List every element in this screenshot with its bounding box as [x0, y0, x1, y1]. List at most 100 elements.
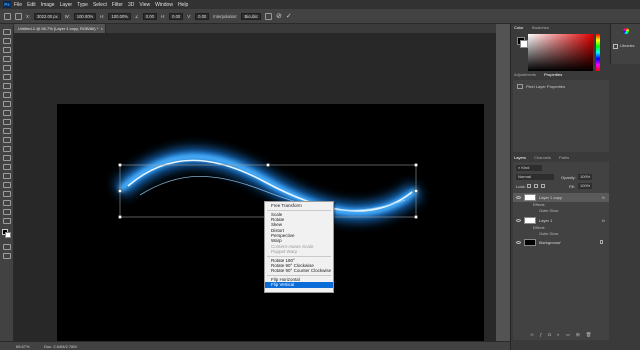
v-skew-input[interactable]: 0.00: [195, 12, 210, 20]
blend-mode-select[interactable]: Normal: [516, 174, 554, 180]
lock-all-icon[interactable]: [541, 184, 545, 188]
tab-swatches[interactable]: Swatches: [532, 25, 549, 30]
clone-stamp-tool-icon[interactable]: [3, 110, 11, 116]
opacity-input[interactable]: 100%: [578, 174, 593, 180]
color-panel-icon[interactable]: [623, 28, 629, 34]
brush-tool-icon[interactable]: [3, 101, 11, 107]
transform-tool-icon[interactable]: [4, 12, 11, 20]
layer-effect-item[interactable]: Outer Glow: [513, 209, 609, 215]
history-brush-tool-icon[interactable]: [3, 119, 11, 125]
menu-item-free-transform[interactable]: Free Transform: [265, 203, 333, 208]
lasso-tool-icon[interactable]: [3, 47, 11, 53]
reference-point-icon[interactable]: [15, 12, 22, 20]
layer-row[interactable]: Background: [513, 238, 609, 247]
interpolation-select[interactable]: Bicubic: [241, 12, 261, 20]
pen-tool-icon[interactable]: [3, 164, 11, 170]
layer-thumbnail: [524, 239, 536, 246]
add-style-icon[interactable]: ƒ: [540, 332, 543, 340]
menu-window[interactable]: Window: [155, 2, 173, 8]
marquee-tool-icon[interactable]: [3, 38, 11, 44]
menu-type[interactable]: Type: [77, 2, 88, 8]
menu-view[interactable]: View: [139, 2, 150, 8]
menu-3d[interactable]: 3D: [128, 2, 134, 8]
layer-thumbnail: [524, 194, 536, 201]
menu-layer[interactable]: Layer: [60, 2, 73, 8]
tab-layers[interactable]: Layers: [514, 155, 526, 160]
menu-image[interactable]: Image: [41, 2, 55, 8]
quick-mask-icon[interactable]: [3, 244, 11, 250]
blur-tool-icon[interactable]: [3, 146, 11, 152]
tab-properties[interactable]: Properties: [544, 72, 562, 77]
visibility-eye-icon[interactable]: [516, 219, 521, 222]
layer-name[interactable]: Layer 1: [539, 218, 552, 223]
trash-icon[interactable]: 🗑: [586, 332, 592, 340]
menu-file[interactable]: File: [14, 2, 22, 8]
x-input[interactable]: 3022.00 px: [33, 12, 61, 20]
screen-mode-icon[interactable]: [3, 253, 11, 259]
menu-help[interactable]: Help: [178, 2, 188, 8]
color-field[interactable]: [528, 34, 593, 71]
path-selection-tool-icon[interactable]: [3, 182, 11, 188]
move-tool-icon[interactable]: [3, 29, 11, 35]
zoom-level[interactable]: 66.67%: [16, 344, 30, 349]
frame-tool-icon[interactable]: [3, 74, 11, 80]
eyedropper-tool-icon[interactable]: [3, 83, 11, 89]
zoom-tool-icon[interactable]: [3, 209, 11, 215]
background-color-swatch[interactable]: [5, 232, 11, 238]
document-tab[interactable]: Untitled-1 @ 66.7% (Layer 1 copy, RGB/8#…: [14, 24, 106, 33]
menu-separator: [267, 209, 331, 211]
layer-filter-select[interactable]: ⌕ Kind: [516, 165, 542, 171]
menu-item-rotate-90-counter-clockwise[interactable]: Rotate 90° Counter Clockwise: [265, 268, 333, 273]
adjustment-layer-icon[interactable]: ◐: [557, 332, 560, 340]
menu-edit[interactable]: Edit: [27, 2, 36, 8]
edit-toolbar-icon[interactable]: [3, 218, 11, 224]
h-skew-input[interactable]: 0.00: [169, 12, 184, 20]
menu-item-puppet-warp: Puppet Warp: [271, 248, 298, 254]
menu-select[interactable]: Select: [93, 2, 107, 8]
angle-input[interactable]: 0.00: [142, 12, 157, 20]
group-icon[interactable]: ▭: [566, 332, 570, 340]
fill-input[interactable]: 100%: [578, 183, 593, 189]
commit-transform-icon[interactable]: ✓: [286, 12, 292, 20]
crop-tool-icon[interactable]: [3, 65, 11, 71]
visibility-eye-icon[interactable]: [516, 196, 521, 199]
layer-name[interactable]: Layer 1 copy: [539, 195, 562, 200]
fx-icon[interactable]: fx: [602, 218, 605, 223]
tab-color[interactable]: Color: [514, 25, 524, 30]
hue-slider[interactable]: [596, 34, 600, 71]
tab-channels[interactable]: Channels: [534, 155, 551, 160]
cancel-transform-icon[interactable]: ⊘: [276, 12, 282, 20]
new-layer-icon[interactable]: ⊞: [576, 332, 580, 340]
type-tool-icon[interactable]: [3, 173, 11, 179]
fx-icon[interactable]: fx: [602, 195, 605, 200]
warp-mode-icon[interactable]: [264, 12, 272, 20]
lock-position-icon[interactable]: [534, 184, 538, 188]
libraries-icon[interactable]: [613, 44, 618, 49]
hand-tool-icon[interactable]: [3, 200, 11, 206]
layer-row[interactable]: Layer 1 fx: [513, 216, 609, 225]
tab-adjustments[interactable]: Adjustments: [514, 72, 536, 77]
close-tab-icon[interactable]: ×: [101, 24, 103, 33]
eraser-tool-icon[interactable]: [3, 128, 11, 134]
width-input[interactable]: 100.00%: [73, 12, 97, 20]
menu-item-flip-vertical[interactable]: Flip Vertical: [265, 282, 333, 288]
layer-name[interactable]: Background: [539, 240, 560, 245]
height-input[interactable]: 100.00%: [108, 12, 131, 20]
layers-panel: ⌕ Kind Normal Opacity: 100% Lock: Fill: …: [513, 162, 609, 340]
visibility-eye-icon[interactable]: [516, 241, 521, 244]
rectangle-tool-icon[interactable]: [3, 191, 11, 197]
quick-select-tool-icon[interactable]: [3, 56, 11, 62]
healing-brush-tool-icon[interactable]: [3, 92, 11, 98]
doc-size[interactable]: Doc: 2.64M/2.76M: [44, 344, 77, 349]
layer-row[interactable]: Layer 1 copy fx: [513, 193, 609, 202]
link-layers-icon[interactable]: ∞: [531, 332, 534, 340]
lock-pixels-icon[interactable]: [527, 184, 531, 188]
menu-filter[interactable]: Filter: [112, 2, 123, 8]
add-mask-icon[interactable]: ◘: [548, 332, 551, 340]
gradient-tool-icon[interactable]: [3, 137, 11, 143]
dodge-tool-icon[interactable]: [3, 155, 11, 161]
canvas-workspace[interactable]: [14, 33, 496, 341]
libraries-label[interactable]: Libraries: [620, 44, 635, 48]
tab-paths[interactable]: Paths: [559, 155, 569, 160]
background-swatch[interactable]: [520, 40, 528, 48]
